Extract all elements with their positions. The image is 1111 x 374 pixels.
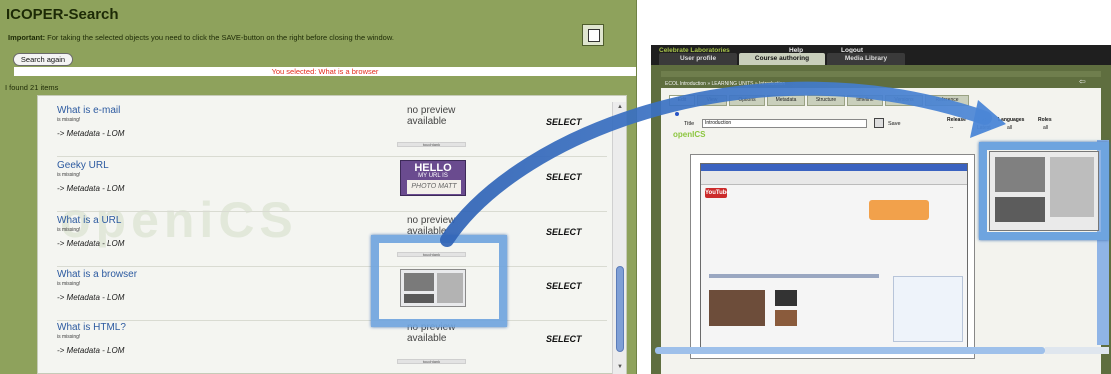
column-roles: Roles	[1038, 117, 1052, 123]
scroll-up-icon[interactable]: ▲	[616, 104, 624, 110]
no-preview-text: no preview available	[407, 105, 456, 127]
select-button[interactable]: SELECT	[546, 281, 582, 291]
editor-subtabs: Edit View Options Metadata Structure tim…	[669, 95, 974, 106]
column-languages: Languages	[998, 117, 1025, 123]
found-count: I found 21 items	[5, 83, 59, 92]
subtab-reference[interactable]: Reference	[925, 95, 969, 106]
handle-dot	[675, 112, 679, 116]
title-input[interactable]: Introduction	[702, 119, 867, 128]
result-item: What is a URL is missing! -> Metadata - …	[57, 215, 607, 267]
subtab-metadata[interactable]: Metadata	[767, 95, 805, 106]
value-date: Latest	[977, 125, 991, 131]
missing-text: is missing!	[57, 172, 81, 178]
value-release: --	[950, 125, 954, 131]
column-release: Release	[947, 117, 966, 123]
result-item: Geeky URL is missing! -> Metadata - LOM …	[57, 160, 607, 212]
result-title-link[interactable]: What is HTML?	[57, 322, 126, 333]
metadata-link[interactable]: -> Metadata - LOM	[57, 239, 124, 248]
horizontal-scroll-thumb[interactable]	[655, 347, 1045, 354]
select-button[interactable]: SELECT	[546, 334, 582, 344]
important-notice: Important: For taking the selected objec…	[8, 33, 394, 42]
tab-course-authoring[interactable]: Course authoring	[739, 53, 825, 65]
back-icon[interactable]: ⇦	[1079, 77, 1086, 86]
metadata-link[interactable]: -> Metadata - LOM	[57, 346, 124, 355]
value-roles: all	[1043, 125, 1049, 131]
metadata-link[interactable]: -> Metadata - LOM	[57, 293, 124, 302]
no-preview-text: no preview available	[407, 215, 456, 237]
video-thumbnail	[709, 290, 765, 326]
result-item: What is e-mail is missing! -> Metadata -…	[57, 105, 607, 157]
save-icon[interactable]	[874, 118, 884, 128]
subtab-structure[interactable]: Structure	[807, 95, 845, 106]
result-item: What is HTML? is missing! -> Metadata - …	[57, 322, 607, 367]
content-canvas: YouTube	[690, 154, 975, 359]
selected-bar: You selected: What is a browser	[14, 67, 636, 76]
browser-toolbar	[701, 171, 967, 185]
subtab-versions[interactable]: Versions	[885, 95, 923, 106]
subtab-options[interactable]: Options	[729, 95, 765, 106]
search-title: ICOPER-Search	[6, 6, 119, 23]
select-button[interactable]: SELECT	[546, 172, 582, 182]
sticker-line3: PHOTO MATT	[407, 180, 461, 194]
breadcrumb-bar	[661, 71, 1101, 77]
openics-logo: openICS	[673, 130, 706, 139]
touch-label: touchtank	[397, 142, 466, 147]
callout-box	[869, 200, 929, 220]
select-button[interactable]: SELECT	[546, 227, 582, 237]
search-again-button[interactable]: Search again	[13, 53, 73, 66]
select-button[interactable]: SELECT	[546, 117, 582, 127]
horizontal-scroll-track[interactable]	[1045, 347, 1109, 354]
metadata-link[interactable]: -> Metadata - LOM	[57, 184, 124, 193]
missing-text: is missing!	[57, 334, 81, 340]
embedded-browser-screenshot: YouTube	[700, 163, 968, 353]
video-thumbnail	[775, 290, 797, 306]
column-date: Date	[978, 117, 989, 123]
tab-user-profile[interactable]: User profile	[659, 53, 737, 65]
touch-label: touchtank	[397, 359, 466, 364]
browser-titlebar	[701, 164, 967, 171]
save-label[interactable]: Save	[888, 121, 901, 127]
breadcrumb: ECOL Introduction » LEARNING UNITS » Int…	[665, 81, 786, 87]
sticker-line2: MY URL IS	[418, 173, 448, 179]
side-panel	[893, 276, 963, 342]
icoper-search-panel: ICOPER-Search Important: For taking the …	[0, 0, 637, 374]
result-title-link[interactable]: What is a browser	[57, 269, 137, 280]
highlight-box-left	[371, 235, 507, 327]
hello-sticker-thumbnail: HELLO MY URL IS PHOTO MATT	[400, 160, 466, 196]
title-label: Title	[684, 121, 695, 127]
text-line	[709, 274, 879, 278]
tab-media-library[interactable]: Media Library	[827, 53, 905, 65]
result-item: What is a browser is missing! -> Metadat…	[57, 269, 607, 321]
scroll-down-icon[interactable]: ▼	[616, 364, 624, 370]
selected-text: You selected: What is a browser	[271, 67, 379, 76]
highlight-box-right	[979, 142, 1109, 240]
metadata-link[interactable]: -> Metadata - LOM	[57, 129, 124, 138]
result-title-link[interactable]: Geeky URL	[57, 160, 109, 171]
video-thumbnail	[775, 310, 797, 326]
youtube-logo: YouTube	[705, 188, 730, 198]
value-languages: all	[1007, 125, 1013, 131]
result-title-link[interactable]: What is a URL	[57, 215, 121, 226]
top-bar: Celebrate Laboratories Help Logout User …	[651, 45, 1111, 65]
results-scrollbar[interactable]: ▲ ▼	[612, 102, 626, 374]
important-label: Important:	[8, 33, 46, 42]
subtab-view[interactable]: View	[697, 95, 727, 106]
result-title-link[interactable]: What is e-mail	[57, 105, 120, 116]
important-text: For taking the selected objects you need…	[45, 33, 394, 42]
subtab-timeline[interactable]: timeline	[847, 95, 883, 106]
subtab-edit[interactable]: Edit	[669, 95, 695, 106]
missing-text: is missing!	[57, 281, 81, 287]
missing-text: is missing!	[57, 227, 81, 233]
scroll-thumb[interactable]	[616, 266, 624, 352]
missing-text: is missing!	[57, 117, 81, 123]
save-icon-button[interactable]	[582, 24, 604, 46]
